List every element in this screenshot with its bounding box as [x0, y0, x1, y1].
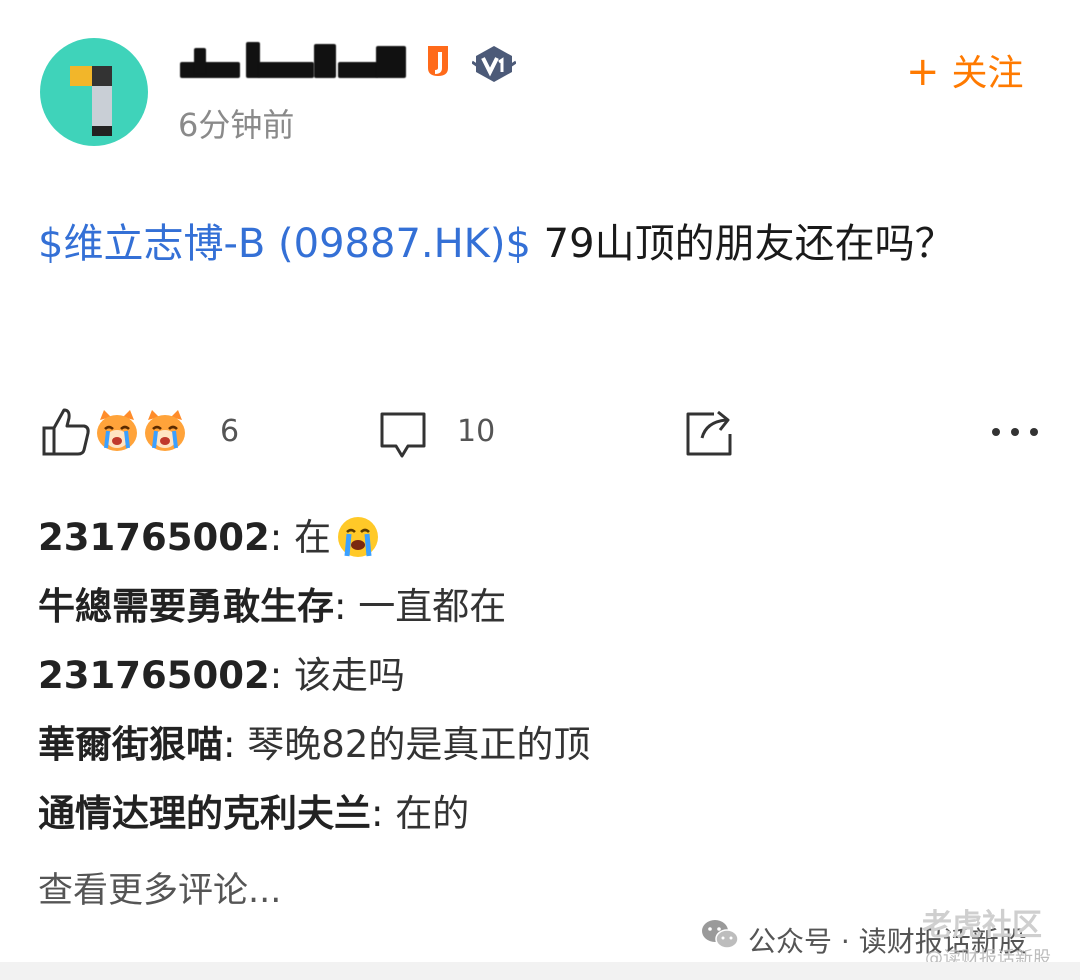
crying-face-emoji-icon: [337, 517, 378, 557]
post-body: $维立志博-B (09887.HK)$ 79山顶的朋友还在吗？: [38, 206, 1038, 282]
username-redacted[interactable]: [180, 40, 408, 84]
thumbs-up-icon[interactable]: [40, 406, 92, 458]
comment-item[interactable]: 華爾街狠喵: 琴晚82的是真正的顶: [38, 719, 1048, 788]
comment-item[interactable]: 牛總需要勇敢生存: 一直都在: [38, 581, 1048, 650]
comment-text: 一直都在: [358, 585, 507, 628]
comment-item[interactable]: 231765002: 该走吗: [38, 650, 1048, 719]
post-time: 6分钟前: [178, 106, 295, 144]
comment-user[interactable]: 華爾街狠喵: [38, 723, 223, 766]
like-count: 6: [220, 414, 240, 449]
comment-text: 在的: [395, 792, 470, 835]
crying-cat-emoji-icon: [145, 410, 185, 451]
comment-user[interactable]: 通情达理的克利夫兰: [38, 792, 371, 835]
comment-user[interactable]: 231765002: [38, 516, 270, 559]
plus-icon: +: [906, 49, 940, 95]
comment-icon[interactable]: [378, 410, 428, 460]
verified-v-icon: [472, 46, 516, 82]
comment-user[interactable]: 牛總需要勇敢生存: [38, 585, 334, 628]
level-badge-icon: [428, 46, 448, 76]
post-text: 79山顶的朋友还在吗？: [530, 221, 955, 267]
avatar[interactable]: [40, 38, 148, 146]
follow-label: 关注: [951, 53, 1024, 94]
comment-list: 231765002: 在 牛總需要勇敢生存: 一直都在 231765002: 该…: [38, 512, 1048, 857]
comment-item[interactable]: 通情达理的克利夫兰: 在的: [38, 788, 1048, 857]
comment-count: 10: [457, 414, 496, 449]
comment-item[interactable]: 231765002: 在: [38, 512, 1048, 581]
share-icon[interactable]: [684, 404, 736, 458]
more-options-icon[interactable]: [990, 424, 1040, 440]
bottom-divider: [0, 962, 1080, 980]
comment-user[interactable]: 231765002: [38, 654, 270, 697]
comment-text: 琴晚82的是真正的顶: [247, 723, 591, 766]
watermark-logo: 老虎社区: [922, 908, 1042, 943]
comment-text: 在: [293, 516, 331, 559]
stock-tag-link[interactable]: $维立志博-B (09887.HK)$: [38, 221, 531, 267]
view-more-comments-link[interactable]: 查看更多评论...: [38, 862, 281, 913]
follow-button[interactable]: + 关注: [906, 44, 1024, 96]
wechat-icon: [702, 920, 739, 949]
comment-text: 该走吗: [293, 654, 405, 697]
crying-cat-emoji-icon: [97, 410, 137, 451]
